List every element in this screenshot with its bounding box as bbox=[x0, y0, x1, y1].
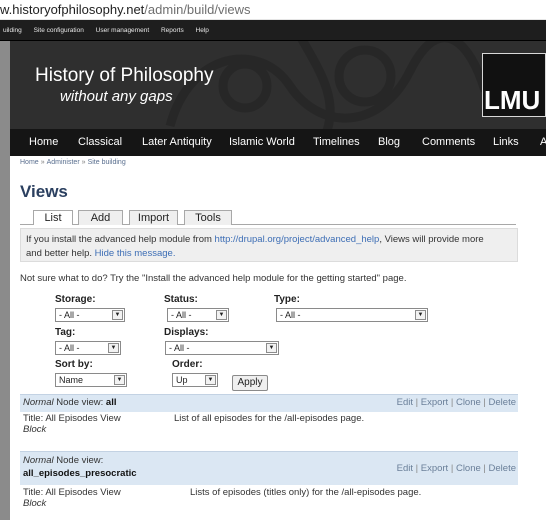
address-bar[interactable]: w.historyofphilosophy.net/admin/build/vi… bbox=[0, 0, 546, 20]
nav-comments[interactable]: Comments bbox=[422, 129, 475, 156]
url-path: /admin/build/views bbox=[144, 2, 251, 17]
left-page-edge bbox=[0, 41, 10, 520]
tab-list[interactable]: List bbox=[33, 210, 73, 225]
edit-link[interactable]: Edit bbox=[397, 463, 413, 474]
storage-value: - All - bbox=[59, 310, 80, 320]
nav-home[interactable]: Home bbox=[29, 129, 58, 156]
displays-label: Displays: bbox=[164, 327, 209, 338]
breadcrumb: Home» Administer» Site building bbox=[20, 159, 126, 166]
clone-link[interactable]: Clone bbox=[456, 463, 481, 474]
sort-by-select[interactable]: Name ▼ bbox=[55, 373, 127, 387]
view-actions: Edit | Export | Clone | Delete bbox=[396, 397, 516, 408]
chevron-down-icon: ▼ bbox=[216, 310, 227, 320]
nav-classical[interactable]: Classical bbox=[78, 129, 122, 156]
tab-tools[interactable]: Tools bbox=[184, 210, 232, 225]
view-name: all_episodes_presocratic bbox=[23, 468, 137, 479]
view-display: Block bbox=[23, 498, 47, 509]
lmu-logo[interactable]: LMU bbox=[484, 85, 540, 116]
view-row-header: Normal Node view: all Edit | Export | Cl… bbox=[20, 394, 518, 412]
export-link[interactable]: Export bbox=[421, 463, 448, 474]
help-text-end: , Views will provide more bbox=[379, 234, 484, 245]
edit-link[interactable]: Edit bbox=[397, 397, 413, 408]
sort-by-label: Sort by: bbox=[55, 359, 93, 370]
admin-menu-item-site-building[interactable]: uilding bbox=[0, 20, 25, 40]
view-name: all bbox=[105, 397, 117, 408]
nav-more[interactable]: A bbox=[540, 129, 546, 156]
order-label: Order: bbox=[172, 359, 203, 370]
breadcrumb-home[interactable]: Home bbox=[20, 159, 39, 166]
view-storage: Normal bbox=[23, 455, 54, 466]
getting-started-hint: Not sure what to do? Try the "Install th… bbox=[20, 273, 407, 284]
hide-message-link[interactable]: Hide this message. bbox=[95, 248, 176, 259]
help-message: If you install the advanced help module … bbox=[20, 228, 518, 262]
chevron-down-icon: ▼ bbox=[205, 375, 216, 385]
order-select[interactable]: Up ▼ bbox=[172, 373, 218, 387]
nav-timelines[interactable]: Timelines bbox=[313, 129, 360, 156]
site-name[interactable]: History of Philosophy bbox=[35, 65, 213, 87]
view-actions: Edit | Export | Clone | Delete bbox=[396, 463, 516, 474]
help-text-start: If you install the advanced help module … bbox=[26, 234, 215, 245]
main-navigation: Home Classical Later Antiquity Islamic W… bbox=[10, 129, 546, 156]
storage-select[interactable]: - All - ▼ bbox=[55, 308, 125, 322]
delete-link[interactable]: Delete bbox=[489, 463, 516, 474]
displays-select[interactable]: - All - ▼ bbox=[165, 341, 279, 355]
tag-value: - All - bbox=[59, 343, 80, 353]
site-header: History of Philosophy without any gaps L… bbox=[10, 41, 546, 129]
nav-blog[interactable]: Blog bbox=[378, 129, 400, 156]
view-title: Title: All Episodes View bbox=[23, 487, 121, 498]
chevron-down-icon: ▼ bbox=[266, 343, 277, 353]
status-value: - All - bbox=[171, 310, 192, 320]
admin-menu-item-site-configuration[interactable]: Site configuration bbox=[31, 20, 87, 40]
export-link[interactable]: Export bbox=[421, 397, 448, 408]
status-label: Status: bbox=[164, 294, 198, 305]
breadcrumb-separator: » bbox=[40, 159, 45, 166]
breadcrumb-site-building[interactable]: Site building bbox=[88, 159, 126, 166]
page-title: Views bbox=[20, 182, 68, 201]
clone-link[interactable]: Clone bbox=[456, 397, 481, 408]
tab-import[interactable]: Import bbox=[129, 210, 178, 225]
admin-menu-bar: uilding Site configuration User manageme… bbox=[0, 20, 546, 41]
view-title: Title: All Episodes View bbox=[23, 413, 121, 424]
advanced-help-link[interactable]: http://drupal.org/project/advanced_help bbox=[215, 234, 380, 245]
chevron-down-icon: ▼ bbox=[114, 375, 125, 385]
status-select[interactable]: - All - ▼ bbox=[167, 308, 229, 322]
type-label: Type: bbox=[274, 294, 300, 305]
view-description: Lists of episodes (titles only) for the … bbox=[190, 487, 422, 498]
tab-add[interactable]: Add bbox=[78, 210, 123, 225]
breadcrumb-administer[interactable]: Administer bbox=[47, 159, 80, 166]
order-value: Up bbox=[176, 375, 188, 385]
type-select[interactable]: - All - ▼ bbox=[276, 308, 428, 322]
view-description: List of all episodes for the /all-episod… bbox=[174, 413, 365, 424]
tag-label: Tag: bbox=[55, 327, 76, 338]
nav-islamic-world[interactable]: Islamic World bbox=[229, 129, 295, 156]
delete-link[interactable]: Delete bbox=[489, 397, 516, 408]
tag-select[interactable]: - All - ▼ bbox=[55, 341, 121, 355]
nav-later-antiquity[interactable]: Later Antiquity bbox=[142, 129, 212, 156]
apply-button[interactable]: Apply bbox=[232, 375, 268, 391]
chevron-down-icon: ▼ bbox=[108, 343, 119, 353]
sort-by-value: Name bbox=[59, 375, 84, 385]
nav-links[interactable]: Links bbox=[493, 129, 519, 156]
help-text-line2: and better help. bbox=[26, 248, 95, 259]
view-type: Node view: bbox=[56, 455, 104, 466]
view-row-body: Title: All Episodes View List of all epi… bbox=[20, 412, 518, 446]
view-row-header: Normal Node view: all_episodes_presocrat… bbox=[20, 451, 518, 485]
breadcrumb-separator: » bbox=[81, 159, 86, 166]
chevron-down-icon: ▼ bbox=[112, 310, 123, 320]
admin-menu-item-user-management[interactable]: User management bbox=[93, 20, 152, 40]
displays-value: - All - bbox=[169, 343, 190, 353]
storage-label: Storage: bbox=[55, 294, 96, 305]
view-storage: Normal bbox=[23, 397, 54, 408]
view-type: Node view: bbox=[56, 397, 104, 408]
chevron-down-icon: ▼ bbox=[415, 310, 426, 320]
view-display: Block bbox=[23, 424, 47, 435]
site-slogan: without any gaps bbox=[60, 88, 173, 105]
admin-menu-item-help[interactable]: Help bbox=[193, 20, 212, 40]
type-value: - All - bbox=[280, 310, 301, 320]
view-row-body: Title: All Episodes View Lists of episod… bbox=[20, 486, 518, 516]
url-domain: w.historyofphilosophy.net bbox=[0, 2, 145, 17]
admin-menu-item-reports[interactable]: Reports bbox=[158, 20, 187, 40]
